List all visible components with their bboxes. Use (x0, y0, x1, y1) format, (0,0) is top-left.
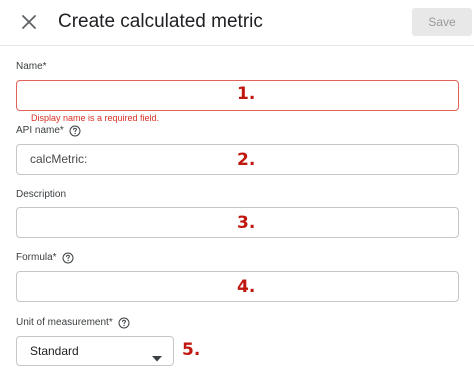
page-title: Create calculated metric (58, 11, 263, 32)
help-icon[interactable] (62, 252, 74, 264)
annotation-marker-5: 5. (182, 340, 201, 360)
annotation-marker-4: 4. (237, 277, 256, 297)
api-name-input-value: calcMetric: (30, 152, 88, 166)
caret-down-icon (152, 349, 162, 362)
name-label: Name* (16, 60, 47, 74)
formula-label-text: Formula* (16, 252, 57, 263)
api-name-label-text: API name* (16, 125, 64, 136)
api-name-label: API name* (16, 124, 81, 138)
dialog-header: Create calculated metric Save (0, 0, 474, 46)
help-icon[interactable] (69, 125, 81, 137)
description-label-text: Description (16, 189, 67, 200)
annotation-marker-3: 3. (237, 213, 256, 233)
name-error-message: Display name is a required field. (31, 113, 160, 123)
name-label-text: Name* (16, 61, 47, 72)
formula-label: Formula* (16, 251, 74, 265)
save-button[interactable]: Save (412, 8, 472, 36)
unit-select[interactable]: Standard (16, 336, 174, 366)
help-icon[interactable] (118, 317, 130, 329)
unit-label-text: Unit of measurement* (16, 317, 113, 328)
description-label: Description (16, 188, 66, 202)
annotation-marker-1: 1. (237, 84, 256, 104)
annotation-marker-2: 2. (237, 150, 256, 170)
unit-select-value: Standard (30, 344, 79, 358)
close-icon[interactable] (17, 10, 41, 34)
unit-label: Unit of measurement* (16, 316, 130, 330)
